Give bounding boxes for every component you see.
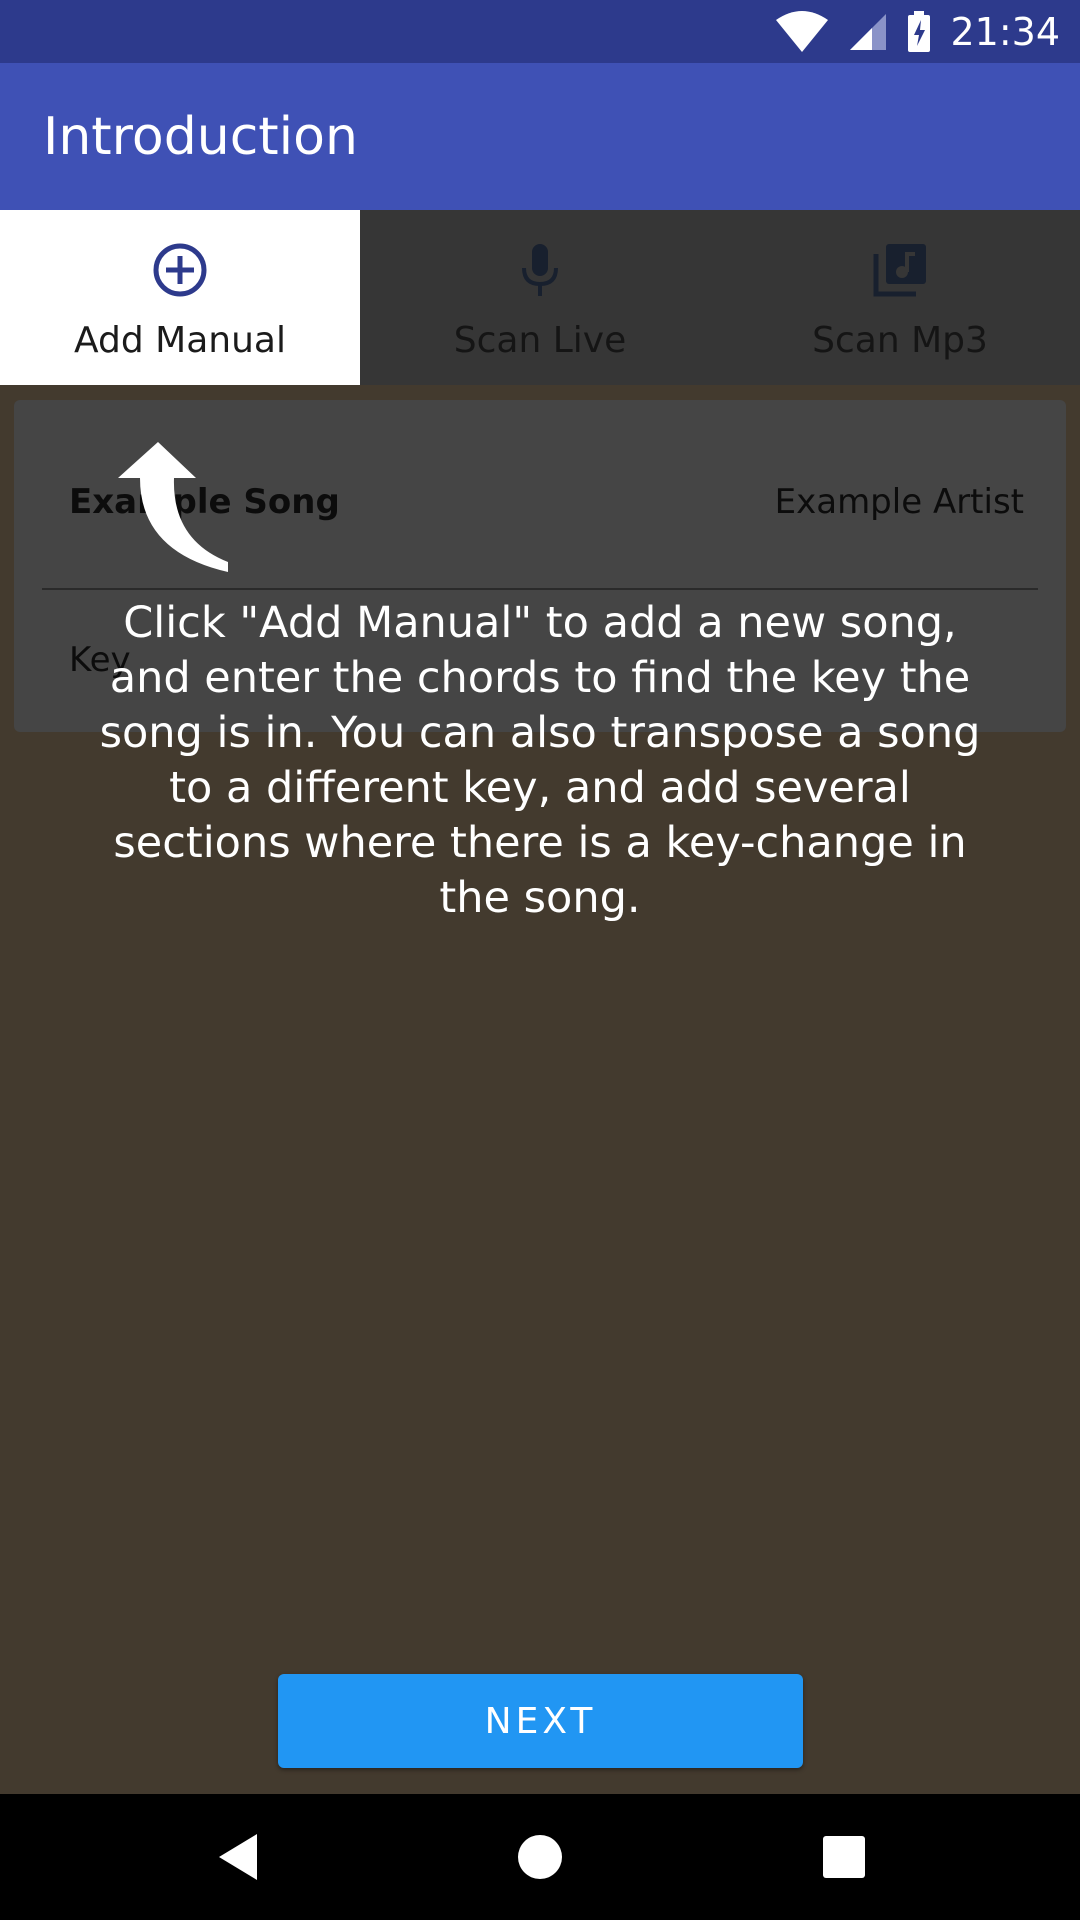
tab-scan-mp3-label: Scan Mp3 — [812, 320, 988, 361]
page-title: Introduction — [43, 107, 358, 167]
tab-bar: Add Manual Scan Live Scan Mp3 — [0, 210, 1080, 385]
wifi-icon — [776, 11, 829, 52]
back-icon[interactable] — [205, 1824, 271, 1890]
curved-arrow-icon — [118, 442, 228, 572]
status-time: 21:34 — [950, 10, 1060, 54]
tab-add-manual-label: Add Manual — [74, 320, 286, 361]
card-divider — [42, 588, 1038, 590]
battery-charging-icon — [908, 11, 931, 52]
cell-signal-icon — [850, 14, 887, 50]
microphone-icon — [522, 244, 558, 296]
song-artist: Example Artist — [774, 482, 1024, 522]
music-library-icon — [873, 244, 926, 297]
tab-add-manual[interactable]: Add Manual — [0, 210, 360, 385]
tutorial-help-text: Click "Add Manual" to add a new song, an… — [99, 598, 981, 923]
tab-scan-mp3[interactable]: Scan Mp3 — [720, 210, 1080, 385]
tab-scan-live[interactable]: Scan Live — [360, 210, 720, 385]
system-nav-bar — [0, 1794, 1080, 1920]
tab-scan-live-label: Scan Live — [453, 320, 627, 361]
recents-icon[interactable] — [811, 1824, 877, 1890]
status-icons: 21:34 — [774, 8, 1060, 56]
home-icon[interactable] — [507, 1824, 573, 1890]
status-bar: 21:34 — [0, 0, 1080, 63]
add-circle-icon — [153, 243, 207, 297]
next-button[interactable]: NEXT — [278, 1674, 803, 1768]
app-bar: Introduction — [0, 63, 1080, 210]
